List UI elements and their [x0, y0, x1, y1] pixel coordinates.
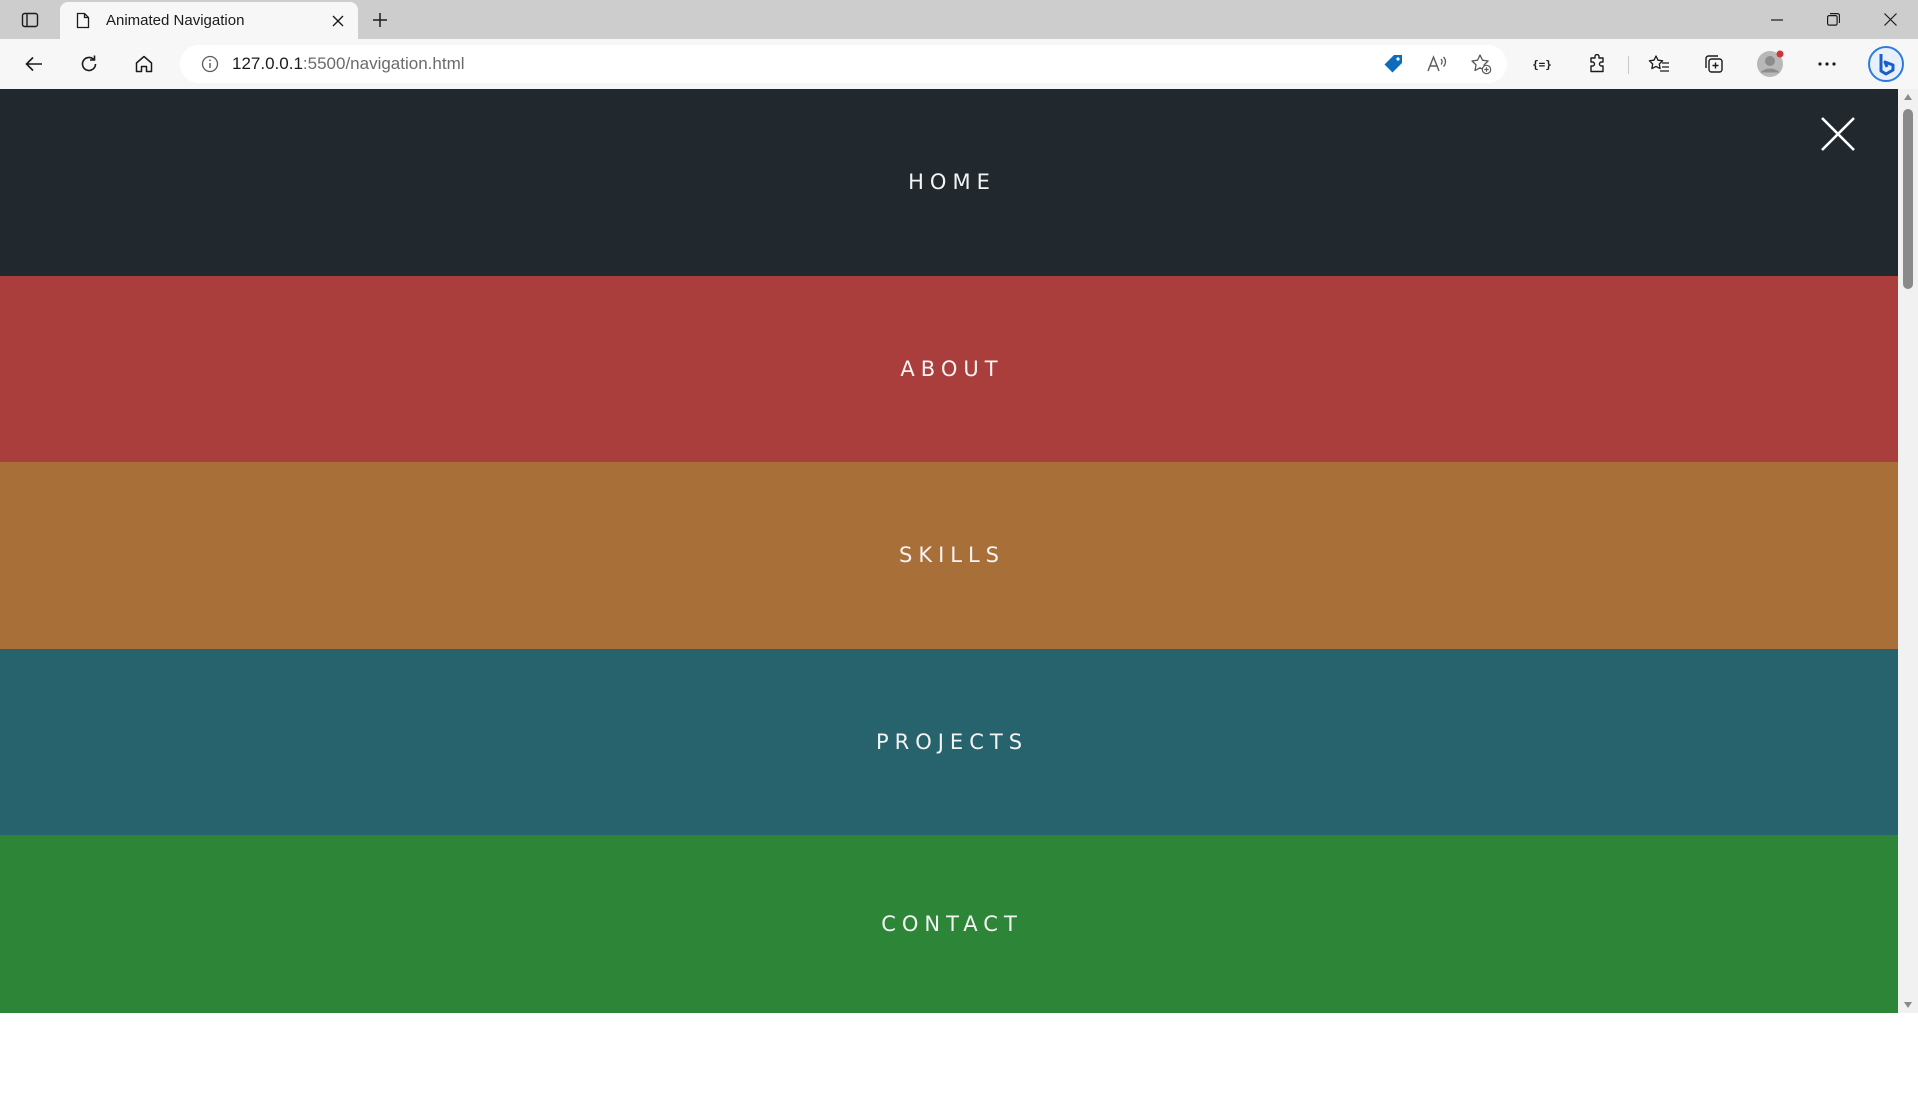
nav-label-home: HOME: [908, 170, 996, 195]
nav-item-about[interactable]: ABOUT: [0, 275, 1898, 463]
home-icon[interactable]: [126, 46, 162, 82]
tag-icon[interactable]: [1375, 46, 1411, 82]
plus-icon[interactable]: [365, 6, 395, 34]
close-icon[interactable]: [324, 7, 352, 35]
url-text[interactable]: 127.0.0.1:5500/navigation.html: [232, 54, 1375, 74]
more-icon[interactable]: [1809, 46, 1845, 82]
blank-area: [0, 1013, 1918, 1118]
nav-item-skills[interactable]: SKILLS: [0, 462, 1898, 649]
page-viewport: HOME ABOUT SKILLS PROJECTS CONTACT: [0, 89, 1918, 1013]
nav-label-about: ABOUT: [900, 356, 1004, 381]
refresh-icon[interactable]: [71, 46, 107, 82]
page-icon: [74, 12, 92, 30]
scrollbar-thumb[interactable]: [1903, 109, 1913, 289]
close-menu-button[interactable]: [1818, 114, 1858, 154]
info-icon[interactable]: [200, 54, 220, 74]
scroll-up-arrow-icon[interactable]: [1898, 89, 1918, 105]
browser-toolbar: 127.0.0.1:5500/navigation.html {=}: [0, 39, 1918, 89]
vertical-scrollbar[interactable]: [1898, 89, 1918, 1013]
favorites-icon[interactable]: [1641, 46, 1677, 82]
toolbar-divider: [1628, 56, 1629, 74]
nav-label-skills: SKILLS: [898, 543, 1006, 568]
close-icon: [1821, 117, 1855, 151]
collections-icon[interactable]: [1696, 46, 1732, 82]
navigation-menu: HOME ABOUT SKILLS PROJECTS CONTACT: [0, 89, 1898, 1013]
read-aloud-icon[interactable]: [1419, 46, 1455, 82]
address-bar[interactable]: 127.0.0.1:5500/navigation.html: [180, 45, 1507, 83]
bing-icon[interactable]: [1866, 44, 1906, 84]
nav-item-contact[interactable]: CONTACT: [0, 835, 1898, 1013]
window-close-icon[interactable]: [1862, 0, 1918, 39]
svg-text:{=}: {=}: [1532, 58, 1552, 71]
star-add-icon[interactable]: [1463, 46, 1499, 82]
scroll-down-arrow-icon[interactable]: [1898, 997, 1918, 1013]
nav-item-home[interactable]: HOME: [0, 89, 1898, 276]
minimize-icon[interactable]: [1749, 0, 1805, 39]
braces-icon[interactable]: {=}: [1524, 46, 1560, 82]
nav-item-projects[interactable]: PROJECTS: [0, 648, 1898, 836]
browser-tab-active[interactable]: Animated Navigation: [60, 2, 358, 39]
restore-icon[interactable]: [1805, 0, 1861, 39]
nav-label-projects: PROJECTS: [875, 730, 1029, 755]
back-arrow-icon[interactable]: [16, 46, 52, 82]
tab-actions-icon[interactable]: [12, 6, 48, 34]
tab-title: Animated Navigation: [106, 12, 245, 29]
browser-tab-bar: Animated Navigation: [0, 0, 1918, 39]
puzzle-icon[interactable]: [1579, 46, 1615, 82]
avatar-icon[interactable]: [1752, 46, 1788, 82]
nav-label-contact: CONTACT: [881, 912, 1023, 937]
